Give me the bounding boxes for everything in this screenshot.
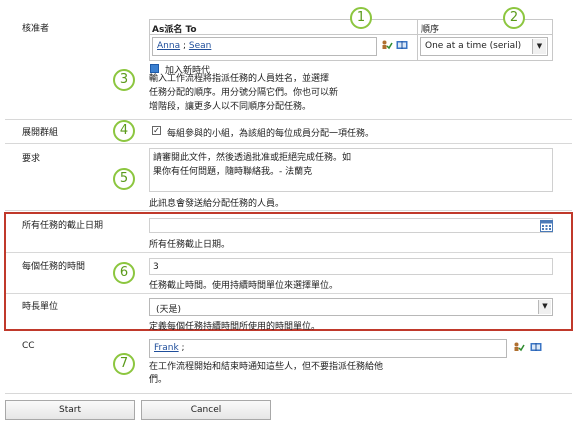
- cc-label: CC: [22, 341, 35, 351]
- cc-person-frank[interactable]: Frank: [154, 343, 179, 353]
- approvers-help-line-2: 任務分配的順序。用分號分隔它們。你也可以新: [149, 88, 339, 98]
- assignee-sean[interactable]: Sean: [189, 41, 211, 51]
- request-text-line-2: 果你有任何問題，隨時聯絡我。- 法蘭克: [153, 167, 313, 177]
- cancel-button[interactable]: Cancel: [141, 400, 271, 420]
- row-divider: [5, 143, 572, 144]
- row-divider: [5, 119, 572, 120]
- row-divider: [5, 210, 572, 211]
- callout-4: 4: [113, 120, 135, 142]
- assignee-separator: ;: [182, 41, 187, 51]
- column-header-order: 順序: [421, 25, 440, 35]
- assignee-anna[interactable]: Anna: [157, 41, 180, 51]
- callout-7: 7: [113, 353, 135, 375]
- expand-groups-checkbox[interactable]: ✓: [152, 126, 161, 135]
- callout-1: 1: [350, 7, 372, 29]
- chevron-down-icon[interactable]: ▼: [538, 300, 551, 314]
- duration-label: 每個任務的時間: [22, 262, 86, 272]
- calendar-icon[interactable]: [540, 220, 553, 232]
- approvers-help-line-1: 輸入工作流程將指派任務的人員姓名，並選擇: [149, 74, 330, 84]
- duration-units-value: (天是): [156, 305, 182, 315]
- callout-3: 3: [113, 69, 135, 91]
- request-text-line-1: 請審閱此文件，然後透過批准或拒絕完成任務。如: [153, 153, 352, 163]
- cc-help-line-2: 們。: [149, 375, 168, 385]
- callout-6: 6: [113, 262, 135, 284]
- check-names-icon[interactable]: [381, 40, 393, 50]
- check-names-icon[interactable]: [513, 342, 525, 352]
- assign-to-input[interactable]: Anna ; Sean: [152, 37, 377, 56]
- row-divider: [6, 252, 571, 253]
- approvers-help-line-3: 增階段，讓更多人以不同順序分配任務。: [149, 102, 312, 112]
- duration-units-label: 時長單位: [22, 302, 59, 312]
- duration-units-select[interactable]: (天是) ▼: [149, 298, 553, 316]
- request-label: 要求: [22, 154, 41, 164]
- start-button[interactable]: Start: [5, 400, 135, 420]
- approvers-table-divider: [417, 19, 418, 61]
- column-header-assign-to: As派名 To: [152, 25, 197, 35]
- due-date-input[interactable]: [149, 218, 553, 233]
- due-date-label: 所有任務的截止日期: [22, 221, 104, 231]
- browse-address-book-icon[interactable]: [530, 342, 542, 352]
- duration-input[interactable]: 3: [149, 258, 553, 275]
- duration-help: 任務截止時間。使用持續時間單位來選擇單位。: [149, 281, 339, 291]
- request-help: 此訊息會發送給分配任務的人員。: [149, 199, 285, 209]
- callout-2: 2: [503, 7, 525, 29]
- approvers-table-header-line: [149, 34, 553, 35]
- callout-5: 5: [113, 168, 135, 190]
- duration-value: 3: [153, 262, 159, 272]
- cc-input[interactable]: Frank ;: [149, 339, 507, 358]
- order-select-value: One at a time (serial): [425, 41, 522, 51]
- browse-address-book-icon[interactable]: [396, 40, 408, 50]
- row-divider: [5, 393, 572, 394]
- expand-groups-checkbox-label: 每組參與的小組，為該組的每位成員分配一項任務。: [167, 129, 375, 139]
- order-select[interactable]: One at a time (serial) ▼: [420, 37, 548, 56]
- row-divider: [6, 293, 571, 294]
- cc-separator: ;: [181, 343, 185, 353]
- expand-groups-label: 展開群組: [22, 128, 59, 138]
- due-date-help: 所有任務截止日期。: [149, 240, 231, 250]
- chevron-down-icon[interactable]: ▼: [532, 39, 546, 54]
- duration-units-help: 定義每個任務持續時間所使用的時間單位。: [149, 322, 321, 332]
- approvers-label: 核准者: [22, 24, 50, 34]
- request-textarea[interactable]: 請審閱此文件，然後透過批准或拒絕完成任務。如 果你有任何問題，隨時聯絡我。- 法…: [149, 148, 553, 192]
- cc-help-line-1: 在工作流程開始和結束時通知這些人，但不要指派任務給他: [149, 362, 384, 372]
